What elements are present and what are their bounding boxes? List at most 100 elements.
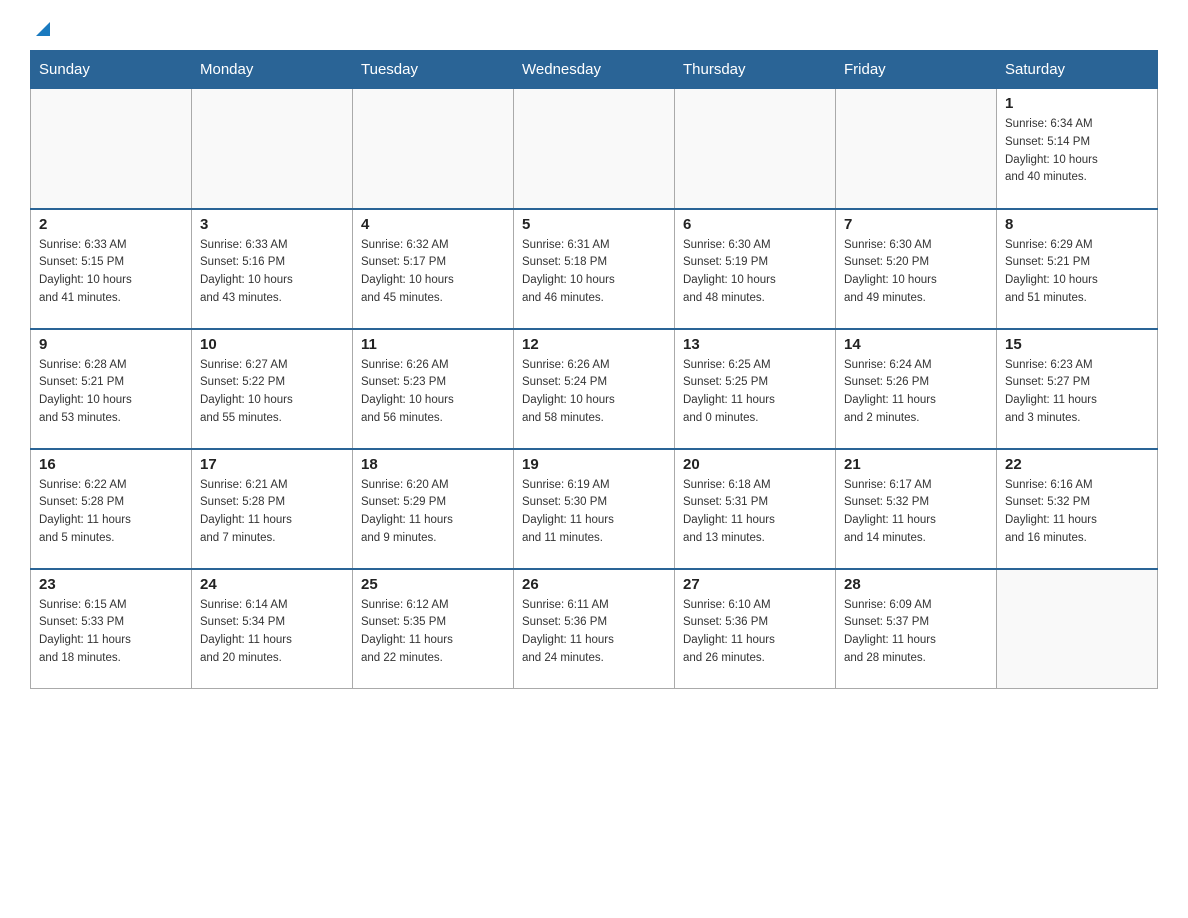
calendar-header-thursday: Thursday (675, 51, 836, 89)
day-number: 22 (1005, 456, 1149, 473)
day-info: Sunrise: 6:12 AM Sunset: 5:35 PM Dayligh… (361, 597, 505, 668)
calendar-cell: 25 Sunrise: 6:12 AM Sunset: 5:35 PM Dayli… (353, 569, 514, 689)
calendar-cell (836, 89, 997, 209)
day-number: 11 (361, 336, 505, 353)
calendar-cell (997, 569, 1158, 689)
calendar-header-wednesday: Wednesday (514, 51, 675, 89)
day-number: 27 (683, 576, 827, 593)
day-info: Sunrise: 6:30 AM Sunset: 5:19 PM Dayligh… (683, 237, 827, 308)
calendar-cell: 17 Sunrise: 6:21 AM Sunset: 5:28 PM Dayli… (192, 449, 353, 569)
calendar-cell: 27 Sunrise: 6:10 AM Sunset: 5:36 PM Dayli… (675, 569, 836, 689)
calendar-cell: 8Sunrise: 6:29 AM Sunset: 5:21 PM Daylig… (997, 209, 1158, 329)
calendar-week-row: 9 Sunrise: 6:28 AM Sunset: 5:21 PM Daylig… (31, 329, 1158, 449)
calendar-cell: 3 Sunrise: 6:33 AM Sunset: 5:16 PM Daylig… (192, 209, 353, 329)
calendar-cell: 1 Sunrise: 6:34 AM Sunset: 5:14 PM Daylig… (997, 89, 1158, 209)
calendar-table: SundayMondayTuesdayWednesdayThursdayFrid… (30, 50, 1158, 689)
calendar-cell (514, 89, 675, 209)
day-number: 9 (39, 336, 183, 353)
calendar-cell: 9 Sunrise: 6:28 AM Sunset: 5:21 PM Daylig… (31, 329, 192, 449)
day-number: 18 (361, 456, 505, 473)
day-info: Sunrise: 6:29 AM Sunset: 5:21 PM Dayligh… (1005, 237, 1149, 308)
day-info: Sunrise: 6:23 AM Sunset: 5:27 PM Dayligh… (1005, 357, 1149, 428)
day-number: 26 (522, 576, 666, 593)
calendar-cell: 20Sunrise: 6:18 AM Sunset: 5:31 PM Dayli… (675, 449, 836, 569)
day-number: 1 (1005, 95, 1149, 112)
calendar-header-sunday: Sunday (31, 51, 192, 89)
logo (30, 20, 54, 40)
calendar-cell: 28 Sunrise: 6:09 AM Sunset: 5:37 PM Dayli… (836, 569, 997, 689)
day-number: 16 (39, 456, 183, 473)
calendar-cell: 19 Sunrise: 6:19 AM Sunset: 5:30 PM Dayli… (514, 449, 675, 569)
day-number: 6 (683, 216, 827, 233)
calendar-cell: 15Sunrise: 6:23 AM Sunset: 5:27 PM Dayli… (997, 329, 1158, 449)
calendar-week-row: 2 Sunrise: 6:33 AM Sunset: 5:15 PM Daylig… (31, 209, 1158, 329)
calendar-cell: 21 Sunrise: 6:17 AM Sunset: 5:32 PM Dayli… (836, 449, 997, 569)
day-info: Sunrise: 6:10 AM Sunset: 5:36 PM Dayligh… (683, 597, 827, 668)
day-info: Sunrise: 6:28 AM Sunset: 5:21 PM Dayligh… (39, 357, 183, 428)
day-number: 2 (39, 216, 183, 233)
calendar-cell: 22 Sunrise: 6:16 AM Sunset: 5:32 PM Dayli… (997, 449, 1158, 569)
day-info: Sunrise: 6:32 AM Sunset: 5:17 PM Dayligh… (361, 237, 505, 308)
calendar-cell: 24 Sunrise: 6:14 AM Sunset: 5:34 PM Dayli… (192, 569, 353, 689)
calendar-cell: 5 Sunrise: 6:31 AM Sunset: 5:18 PM Daylig… (514, 209, 675, 329)
day-number: 12 (522, 336, 666, 353)
day-number: 13 (683, 336, 827, 353)
calendar-cell: 11 Sunrise: 6:26 AM Sunset: 5:23 PM Dayli… (353, 329, 514, 449)
day-number: 20 (683, 456, 827, 473)
day-info: Sunrise: 6:34 AM Sunset: 5:14 PM Dayligh… (1005, 116, 1149, 187)
day-info: Sunrise: 6:24 AM Sunset: 5:26 PM Dayligh… (844, 357, 988, 428)
day-number: 17 (200, 456, 344, 473)
calendar-cell: 2 Sunrise: 6:33 AM Sunset: 5:15 PM Daylig… (31, 209, 192, 329)
day-info: Sunrise: 6:26 AM Sunset: 5:23 PM Dayligh… (361, 357, 505, 428)
day-number: 5 (522, 216, 666, 233)
day-info: Sunrise: 6:26 AM Sunset: 5:24 PM Dayligh… (522, 357, 666, 428)
day-info: Sunrise: 6:31 AM Sunset: 5:18 PM Dayligh… (522, 237, 666, 308)
day-info: Sunrise: 6:33 AM Sunset: 5:15 PM Dayligh… (39, 237, 183, 308)
calendar-cell (31, 89, 192, 209)
day-info: Sunrise: 6:17 AM Sunset: 5:32 PM Dayligh… (844, 477, 988, 548)
day-number: 19 (522, 456, 666, 473)
calendar-cell: 10 Sunrise: 6:27 AM Sunset: 5:22 PM Dayli… (192, 329, 353, 449)
calendar-cell: 18 Sunrise: 6:20 AM Sunset: 5:29 PM Dayli… (353, 449, 514, 569)
day-info: Sunrise: 6:20 AM Sunset: 5:29 PM Dayligh… (361, 477, 505, 548)
calendar-header-monday: Monday (192, 51, 353, 89)
day-number: 23 (39, 576, 183, 593)
calendar-cell: 7 Sunrise: 6:30 AM Sunset: 5:20 PM Daylig… (836, 209, 997, 329)
day-info: Sunrise: 6:14 AM Sunset: 5:34 PM Dayligh… (200, 597, 344, 668)
day-info: Sunrise: 6:09 AM Sunset: 5:37 PM Dayligh… (844, 597, 988, 668)
calendar-cell: 14 Sunrise: 6:24 AM Sunset: 5:26 PM Dayli… (836, 329, 997, 449)
calendar-header-friday: Friday (836, 51, 997, 89)
day-number: 25 (361, 576, 505, 593)
calendar-cell: 23Sunrise: 6:15 AM Sunset: 5:33 PM Dayli… (31, 569, 192, 689)
page-header (30, 20, 1158, 40)
calendar-week-row: 1 Sunrise: 6:34 AM Sunset: 5:14 PM Daylig… (31, 89, 1158, 209)
calendar-cell: 13Sunrise: 6:25 AM Sunset: 5:25 PM Dayli… (675, 329, 836, 449)
calendar-cell: 6 Sunrise: 6:30 AM Sunset: 5:19 PM Daylig… (675, 209, 836, 329)
calendar-cell (353, 89, 514, 209)
calendar-cell: 12 Sunrise: 6:26 AM Sunset: 5:24 PM Dayli… (514, 329, 675, 449)
day-info: Sunrise: 6:22 AM Sunset: 5:28 PM Dayligh… (39, 477, 183, 548)
day-info: Sunrise: 6:11 AM Sunset: 5:36 PM Dayligh… (522, 597, 666, 668)
day-info: Sunrise: 6:16 AM Sunset: 5:32 PM Dayligh… (1005, 477, 1149, 548)
calendar-header-tuesday: Tuesday (353, 51, 514, 89)
calendar-cell: 26 Sunrise: 6:11 AM Sunset: 5:36 PM Dayli… (514, 569, 675, 689)
calendar-header-row: SundayMondayTuesdayWednesdayThursdayFrid… (31, 51, 1158, 89)
day-number: 7 (844, 216, 988, 233)
day-info: Sunrise: 6:33 AM Sunset: 5:16 PM Dayligh… (200, 237, 344, 308)
calendar-week-row: 16 Sunrise: 6:22 AM Sunset: 5:28 PM Dayli… (31, 449, 1158, 569)
day-number: 28 (844, 576, 988, 593)
day-number: 3 (200, 216, 344, 233)
calendar-header-saturday: Saturday (997, 51, 1158, 89)
calendar-cell (192, 89, 353, 209)
calendar-cell: 4Sunrise: 6:32 AM Sunset: 5:17 PM Daylig… (353, 209, 514, 329)
calendar-week-row: 23Sunrise: 6:15 AM Sunset: 5:33 PM Dayli… (31, 569, 1158, 689)
day-info: Sunrise: 6:21 AM Sunset: 5:28 PM Dayligh… (200, 477, 344, 548)
day-number: 24 (200, 576, 344, 593)
calendar-cell: 16 Sunrise: 6:22 AM Sunset: 5:28 PM Dayli… (31, 449, 192, 569)
day-info: Sunrise: 6:19 AM Sunset: 5:30 PM Dayligh… (522, 477, 666, 548)
day-number: 10 (200, 336, 344, 353)
day-info: Sunrise: 6:27 AM Sunset: 5:22 PM Dayligh… (200, 357, 344, 428)
day-number: 21 (844, 456, 988, 473)
day-number: 14 (844, 336, 988, 353)
day-info: Sunrise: 6:30 AM Sunset: 5:20 PM Dayligh… (844, 237, 988, 308)
